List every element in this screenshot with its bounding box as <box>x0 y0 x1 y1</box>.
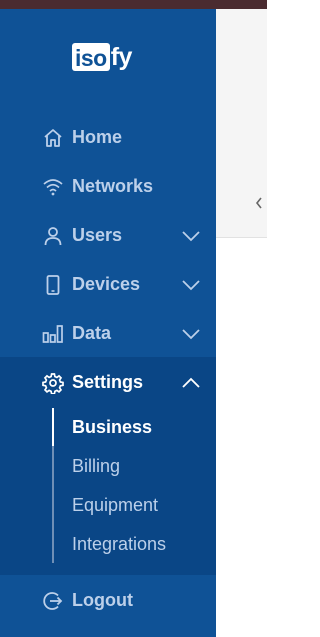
bar-chart-icon <box>42 323 64 345</box>
chevron-down-icon[interactable] <box>181 226 201 246</box>
logout-icon <box>42 590 64 612</box>
top-bar <box>0 0 267 9</box>
sidebar-item-logout[interactable]: Logout <box>0 576 216 625</box>
wifi-icon <box>42 176 64 198</box>
home-icon <box>42 127 64 149</box>
sidebar-item-label: Data <box>72 323 112 343</box>
sidebar-item-settings[interactable]: Settings <box>0 358 216 407</box>
submenu-item-integrations[interactable]: Integrations <box>72 534 166 555</box>
submenu-item-equipment[interactable]: Equipment <box>72 495 158 516</box>
submenu-item-business[interactable]: Business <box>72 417 152 438</box>
sidebar-item-label: Home <box>72 127 123 147</box>
sidebar-item-home[interactable]: Home <box>0 113 216 162</box>
sidebar-item-label: Settings <box>72 372 144 392</box>
phone-icon <box>42 274 64 296</box>
collapse-sidebar-button[interactable] <box>251 193 267 213</box>
sidebar-item-label: Networks <box>72 176 154 196</box>
logo[interactable]: iso fy <box>72 35 132 79</box>
gear-icon <box>42 372 64 394</box>
chevron-down-icon[interactable] <box>181 324 201 344</box>
sidebar-item-label: Devices <box>72 274 141 294</box>
sidebar-item-label: Logout <box>72 590 133 610</box>
submenu-active-indicator <box>52 408 54 446</box>
logo-mark: iso <box>72 43 110 71</box>
chevron-down-icon[interactable] <box>181 275 201 295</box>
sidebar-item-data[interactable]: Data <box>0 309 216 358</box>
sidebar-item-users[interactable]: Users <box>0 211 216 260</box>
logo-text: fy <box>110 42 133 71</box>
chevron-up-icon[interactable] <box>181 373 201 393</box>
sidebar-item-devices[interactable]: Devices <box>0 260 216 309</box>
chevron-left-icon <box>255 197 262 209</box>
submenu-item-billing[interactable]: Billing <box>72 456 120 477</box>
sidebar-item-networks[interactable]: Networks <box>0 162 216 211</box>
user-icon <box>42 225 64 247</box>
sidebar-item-label: Users <box>72 225 123 245</box>
